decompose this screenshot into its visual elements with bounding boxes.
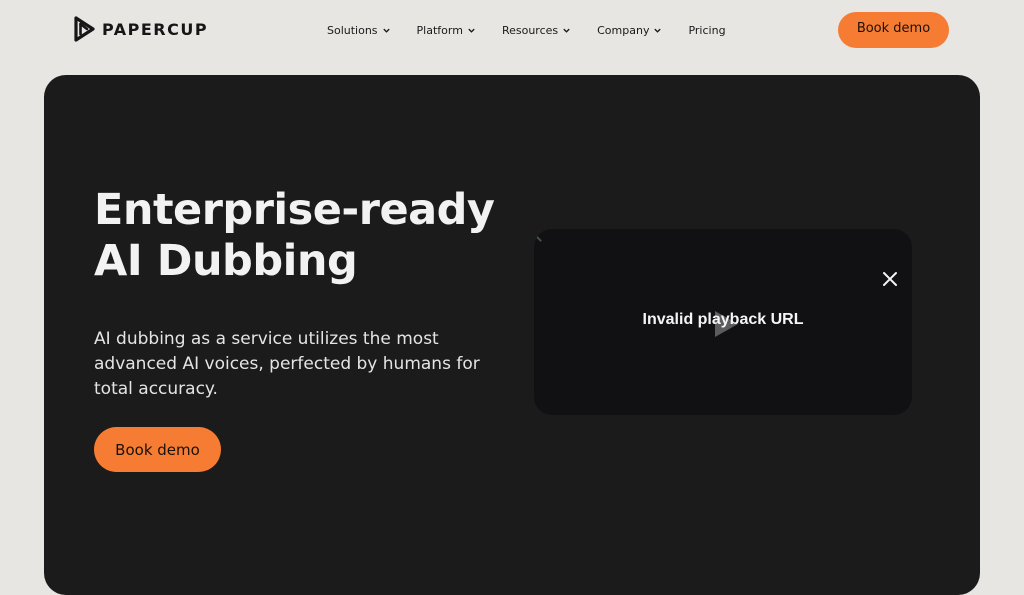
- chevron-down-icon: [468, 28, 475, 33]
- hero-title-line: Enterprise-ready: [94, 185, 495, 235]
- top-navigation-bar: PAPERCUP Solutions Platform Resources Co…: [0, 0, 1024, 60]
- hero-subtitle-line: AI dubbing as a service utilizes the mos…: [94, 329, 439, 349]
- book-demo-button-hero[interactable]: Book demo: [94, 427, 221, 472]
- nav-item-label: Pricing: [688, 23, 726, 37]
- hero-section: Enterprise-ready AI Dubbing AI dubbing a…: [44, 75, 980, 595]
- close-icon: [883, 272, 897, 286]
- hero-title: Enterprise-ready AI Dubbing: [94, 185, 534, 287]
- nav-item-label: Company: [597, 23, 650, 37]
- broken-image-icon: [534, 229, 547, 242]
- nav-item-company[interactable]: Company: [597, 24, 662, 37]
- nav-item-platform[interactable]: Platform: [417, 24, 476, 37]
- hero-subtitle: AI dubbing as a service utilizes the mos…: [94, 327, 494, 402]
- hero-subtitle-line: total accuracy.: [94, 379, 218, 399]
- brand-name: PAPERCUP: [102, 19, 209, 39]
- nav-item-pricing[interactable]: Pricing: [688, 24, 725, 37]
- hero-subtitle-line: advanced AI voices, perfected by humans …: [94, 354, 480, 374]
- nav-item-resources[interactable]: Resources: [502, 24, 571, 37]
- hero-title-line: AI Dubbing: [94, 236, 358, 286]
- papercup-logo[interactable]: PAPERCUP: [74, 16, 208, 42]
- papercup-logo-icon: [74, 16, 95, 42]
- main-nav: Solutions Platform Resources Company Pri…: [327, 21, 726, 39]
- chevron-down-icon: [654, 28, 662, 33]
- close-video-button[interactable]: [880, 269, 900, 289]
- nav-item-solutions[interactable]: Solutions: [327, 24, 391, 37]
- nav-item-label: Solutions: [327, 23, 378, 37]
- chevron-down-icon: [563, 28, 570, 33]
- video-player[interactable]: Invalid playback URL: [534, 229, 912, 415]
- nav-item-label: Platform: [416, 23, 463, 37]
- nav-item-label: Resources: [501, 23, 559, 37]
- video-error-message: Invalid playback URL: [642, 311, 804, 328]
- chevron-down-icon: [382, 28, 390, 33]
- book-demo-button-header[interactable]: Book demo: [838, 12, 949, 48]
